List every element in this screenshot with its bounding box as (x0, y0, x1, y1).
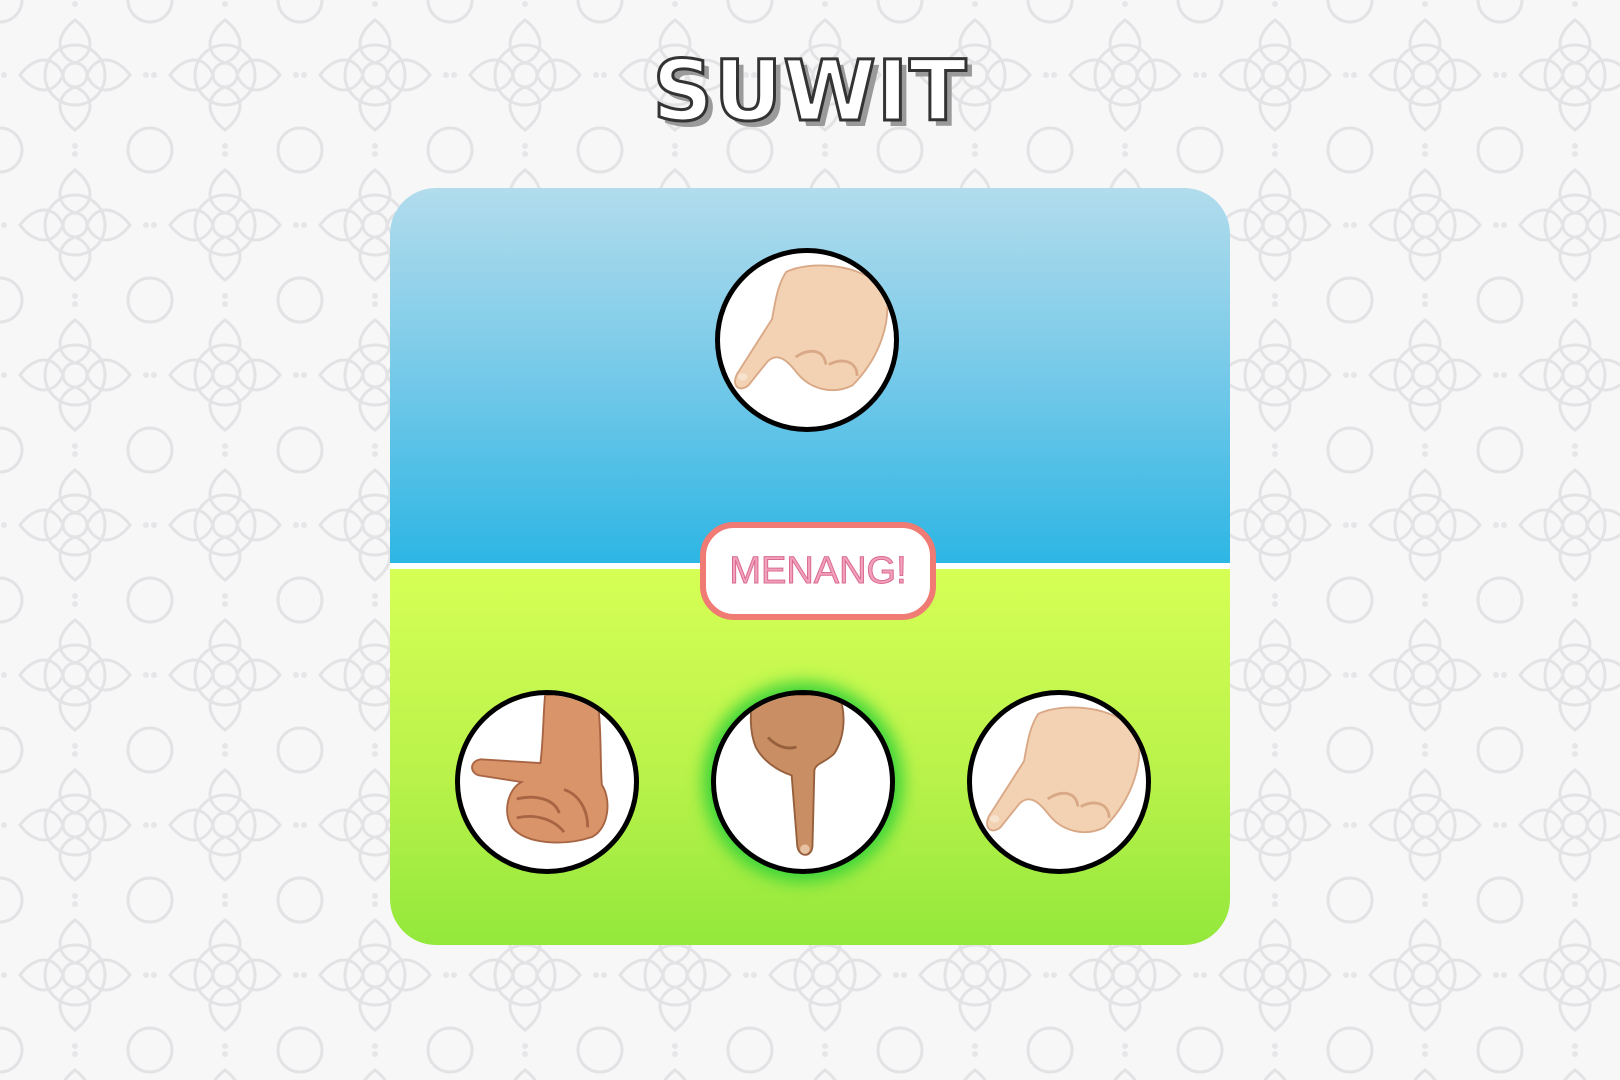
human-index-icon (749, 695, 845, 856)
elephant-thumb-icon (471, 695, 609, 844)
ant-pinky-icon (986, 706, 1141, 834)
choice-ant[interactable] (967, 690, 1151, 874)
ant-pinky-icon (734, 264, 889, 392)
opponent-hand (715, 248, 899, 432)
game-title: SUWIT (651, 41, 968, 142)
choice-elephant[interactable] (455, 690, 639, 874)
result-badge: MENANG! (700, 522, 936, 620)
choice-human[interactable] (711, 690, 895, 874)
